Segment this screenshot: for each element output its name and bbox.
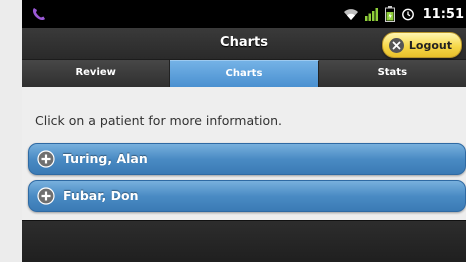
patient-item-fubar[interactable]: Fubar, Don [28,180,466,212]
footer-bar [22,220,466,262]
signal-icon [364,7,379,21]
tab-charts[interactable]: Charts [170,60,319,87]
viber-icon [30,5,48,23]
wifi-icon [343,7,359,21]
status-icons: 11:51 [343,5,466,23]
status-bar: 11:51 [22,0,466,28]
tab-bar: Review Charts Stats [22,60,466,87]
main-content: Click on a patient for more information.… [22,87,466,220]
plus-circle-icon [37,150,55,168]
patient-item-turing[interactable]: Turing, Alan [28,143,466,175]
status-time: 11:51 [422,6,464,22]
patient-name: Fubar, Don [63,188,139,203]
logout-label: Logout [408,38,452,52]
alarm-icon [401,7,415,21]
app-header: Charts Logout [22,28,466,60]
app-screen: 11:51 Charts Logout Review Charts Stats [22,0,466,262]
device-frame: 11:51 Charts Logout Review Charts Stats [0,0,466,262]
tab-stats[interactable]: Stats [318,60,466,87]
close-icon [388,37,404,53]
logout-button[interactable]: Logout [381,32,462,58]
patient-name: Turing, Alan [63,151,148,166]
battery-icon [384,6,395,22]
instruction-text: Click on a patient for more information. [35,113,283,128]
tab-review[interactable]: Review [22,60,171,87]
plus-circle-icon [37,187,55,205]
